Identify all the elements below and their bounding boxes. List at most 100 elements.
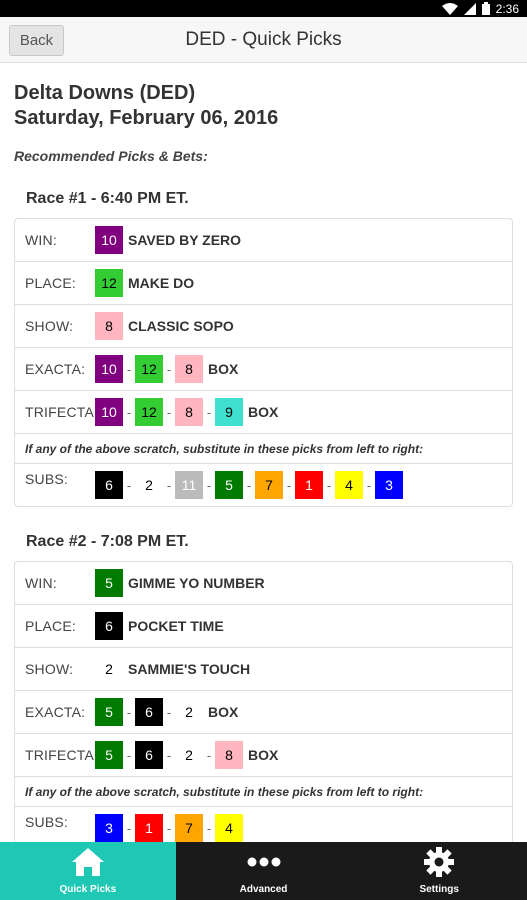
scratch-note: If any of the above scratch, substitute …: [15, 434, 512, 464]
horse-name: MAKE DO: [128, 275, 195, 291]
nav-bar: Back DED - Quick Picks: [0, 17, 527, 63]
program-number: 6: [135, 741, 163, 769]
program-number: 8: [175, 355, 203, 383]
program-number: 1: [135, 814, 163, 842]
race-title: Race #1 - 6:40 PM ET.: [26, 190, 189, 207]
home-icon: [71, 846, 105, 878]
scratch-note: If any of the above scratch, substitute …: [15, 777, 512, 807]
race-date: Saturday, February 06, 2016: [14, 107, 279, 129]
bet-label: EXACTA:: [25, 704, 86, 720]
program-number: 7: [175, 814, 203, 842]
race-card: WIN: 5 GIMME YO NUMBER PLACE: 6 POCKET TIME SH…: [14, 561, 513, 842]
tab-settings[interactable]: Settings: [351, 842, 527, 900]
picks: 12 MAKE DO: [95, 269, 194, 297]
picks: 10-12-8-9 BOX: [95, 398, 278, 426]
separator: -: [166, 477, 172, 493]
picks: 6-2-11-5-7-1-4-3: [95, 471, 403, 499]
bet-label: SUBS:: [25, 814, 69, 830]
bet-label: PLACE:: [25, 275, 76, 291]
picks: 5-6-2 BOX: [95, 698, 238, 726]
race-list: Race #1 - 6:40 PM ET. WIN: 10 SAVED BY ZERO…: [14, 190, 513, 842]
picks: 10-12-8 BOX: [95, 355, 238, 383]
separator: -: [286, 477, 292, 493]
tab-quick-picks[interactable]: Quick Picks: [0, 842, 176, 900]
track-name: Delta Downs (DED): [14, 82, 196, 104]
recommended-label: Recommended Picks & Bets:: [14, 148, 208, 164]
program-number: 3: [375, 471, 403, 499]
program-number: 10: [95, 226, 123, 254]
separator: -: [366, 477, 372, 493]
program-number: 6: [135, 698, 163, 726]
back-button[interactable]: Back: [9, 25, 64, 56]
separator: -: [126, 404, 132, 420]
content-scroll[interactable]: Delta Downs (DED) Saturday, February 06,…: [0, 63, 527, 842]
separator: -: [206, 477, 212, 493]
program-number: 4: [215, 814, 243, 842]
separator: -: [246, 477, 252, 493]
box-label: BOX: [248, 404, 279, 420]
horse-name: GIMME YO NUMBER: [128, 575, 265, 591]
place-row: PLACE: 12 MAKE DO: [15, 262, 512, 305]
trifecta-row: TRIFECTA: 5-6-2-8 BOX: [15, 734, 512, 777]
status-time: 2:36: [495, 1, 519, 16]
program-number: 8: [175, 398, 203, 426]
box-label: BOX: [208, 361, 239, 377]
tab-label: Settings: [419, 884, 459, 895]
status-bar: 2:36: [0, 0, 527, 17]
bet-label: SHOW:: [25, 318, 74, 334]
program-number: 12: [135, 355, 163, 383]
tab-label: Advanced: [239, 884, 288, 895]
separator: -: [126, 477, 132, 493]
program-number: 2: [95, 655, 123, 683]
separator: -: [166, 404, 172, 420]
horse-name: POCKET TIME: [128, 618, 224, 634]
separator: -: [166, 820, 172, 836]
program-number: 11: [175, 471, 203, 499]
win-row: WIN: 5 GIMME YO NUMBER: [15, 562, 512, 605]
bet-label: TRIFECTA:: [25, 747, 99, 763]
picks: 5 GIMME YO NUMBER: [95, 569, 265, 597]
picks: 2 SAMMIE'S TOUCH: [95, 655, 250, 683]
win-row: WIN: 10 SAVED BY ZERO: [15, 219, 512, 262]
program-number: 6: [95, 612, 123, 640]
race-title: Race #2 - 7:08 PM ET.: [26, 533, 189, 550]
place-row: PLACE: 6 POCKET TIME: [15, 605, 512, 648]
program-number: 8: [95, 312, 123, 340]
separator: -: [206, 747, 212, 763]
bet-label: PLACE:: [25, 618, 76, 634]
bet-label: EXACTA:: [25, 361, 86, 377]
show-row: SHOW: 2 SAMMIE'S TOUCH: [15, 648, 512, 691]
program-number: 4: [335, 471, 363, 499]
separator: -: [166, 361, 172, 377]
program-number: 12: [135, 398, 163, 426]
gear-icon: [423, 846, 455, 878]
program-number: 2: [175, 741, 203, 769]
program-number: 1: [295, 471, 323, 499]
battery-icon: [481, 2, 490, 15]
separator: -: [126, 747, 132, 763]
separator: -: [126, 820, 132, 836]
program-number: 8: [215, 741, 243, 769]
program-number: 5: [95, 569, 123, 597]
program-number: 5: [215, 471, 243, 499]
program-number: 9: [215, 398, 243, 426]
horse-name: SAMMIE'S TOUCH: [128, 661, 251, 677]
separator: -: [326, 477, 332, 493]
picks: 6 POCKET TIME: [95, 612, 224, 640]
tab-advanced[interactable]: Advanced: [176, 842, 352, 900]
exacta-row: EXACTA: 10-12-8 BOX: [15, 348, 512, 391]
program-number: 5: [95, 698, 123, 726]
bet-label: SHOW:: [25, 661, 74, 677]
program-number: 10: [95, 398, 123, 426]
bet-label: WIN:: [25, 232, 57, 248]
exacta-row: EXACTA: 5-6-2 BOX: [15, 691, 512, 734]
program-number: 5: [95, 741, 123, 769]
horse-name: SAVED BY ZERO: [128, 232, 242, 248]
wifi-icon: [441, 2, 458, 15]
page-title: DED - Quick Picks: [185, 28, 342, 50]
program-number: 6: [95, 471, 123, 499]
horse-name: CLASSIC SOPO: [128, 318, 234, 334]
box-label: BOX: [248, 747, 279, 763]
signal-icon: [463, 2, 476, 15]
program-number: 3: [95, 814, 123, 842]
